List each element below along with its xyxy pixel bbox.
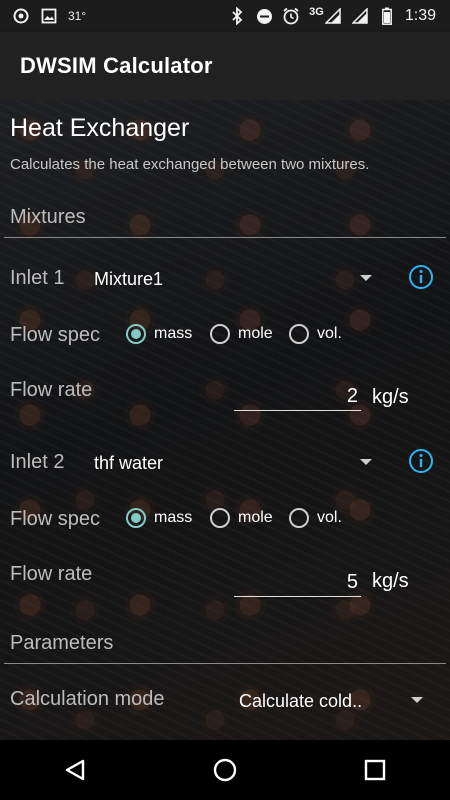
inlet-2-flow-rate-unit: kg/s: [372, 570, 409, 592]
inlet-1-mixture-value: Mixture1: [94, 268, 164, 289]
home-icon: [213, 758, 237, 782]
battery-icon: [378, 7, 396, 25]
image-icon: [40, 7, 58, 25]
inlet-2-mixture-value: thf water: [94, 452, 164, 473]
inlet-1-label: Inlet 1: [10, 267, 65, 289]
inlet-1-radio-mass[interactable]: mass: [126, 324, 192, 344]
radio-label-mole: mole: [238, 509, 273, 526]
inlet-1-flow-rate-label: Flow rate: [10, 379, 93, 401]
inlet-1-flow-rate-value: 2: [346, 385, 358, 407]
inlet-1-flow-spec-label: Flow spec: [10, 324, 101, 346]
inlet-2-radio-mole[interactable]: mole: [210, 508, 273, 528]
temperature-text: 31°: [68, 9, 87, 23]
target-icon: [12, 7, 30, 25]
signal-icon: [324, 7, 342, 25]
inlet-2-radio-vol[interactable]: vol.: [289, 508, 342, 528]
network-type-text: 3G: [309, 6, 324, 18]
parameters-divider: [4, 663, 446, 664]
app-title: DWSIM Calculator: [20, 53, 213, 78]
inlet-2-label: Inlet 2: [10, 451, 65, 473]
app-bar: DWSIM Calculator: [0, 32, 450, 100]
back-button[interactable]: [45, 740, 105, 800]
clock-text: 1:39: [404, 7, 436, 24]
inlet-2-mixture-dropdown[interactable]: thf water: [94, 450, 379, 476]
recents-icon: [364, 759, 386, 781]
inlet-2-flow-spec-label: Flow spec: [10, 508, 101, 530]
signal-icon: [351, 7, 369, 25]
home-button[interactable]: [195, 740, 255, 800]
dropdown-arrow-icon: [411, 697, 423, 703]
inlet-2-info-icon[interactable]: [408, 448, 434, 474]
status-bar: 31° 3G 1:39: [0, 0, 450, 32]
calculation-mode-dropdown[interactable]: Calculate cold..: [239, 688, 429, 714]
inlet-1-flow-rate-input[interactable]: 2: [234, 380, 361, 411]
do-not-disturb-icon: [255, 7, 273, 25]
radio-checked-dot: [131, 513, 141, 523]
inlet-1-info-icon[interactable]: [408, 264, 434, 290]
inlet-2-flow-rate-value: 5: [346, 571, 358, 593]
radio-label-vol: vol.: [317, 325, 342, 342]
mixtures-section-header: Mixtures: [10, 206, 86, 228]
navigation-bar: [0, 740, 450, 800]
alarm-icon: [282, 7, 300, 25]
radio-checked-dot: [131, 329, 141, 339]
calculation-mode-value: Calculate cold..: [239, 690, 363, 711]
dropdown-arrow-icon: [360, 275, 372, 281]
radio-label-mass: mass: [154, 509, 193, 526]
main-content[interactable]: Heat Exchanger Calculates the heat excha…: [0, 100, 450, 740]
back-icon: [65, 759, 85, 781]
parameters-section-header: Parameters: [10, 632, 114, 654]
inlet-1-flow-rate-unit: kg/s: [372, 386, 409, 408]
inlet-2-flow-rate-input[interactable]: 5: [234, 566, 361, 597]
mixtures-divider: [4, 237, 446, 238]
inlet-2-radio-mass[interactable]: mass: [126, 508, 192, 528]
radio-label-mole: mole: [238, 325, 273, 342]
inlet-2-flow-rate-label: Flow rate: [10, 563, 93, 585]
dropdown-arrow-icon: [360, 459, 372, 465]
page-title: Heat Exchanger: [10, 114, 190, 142]
radio-label-vol: vol.: [317, 509, 342, 526]
page-subtitle: Calculates the heat exchanged between tw…: [10, 156, 370, 173]
calculation-mode-label: Calculation mode: [10, 688, 165, 710]
radio-label-mass: mass: [154, 325, 193, 342]
inlet-1-radio-vol[interactable]: vol.: [289, 324, 342, 344]
recents-button[interactable]: [345, 740, 405, 800]
inlet-1-mixture-dropdown[interactable]: Mixture1: [94, 266, 379, 292]
inlet-1-radio-mole[interactable]: mole: [210, 324, 273, 344]
bluetooth-icon: [228, 7, 246, 25]
